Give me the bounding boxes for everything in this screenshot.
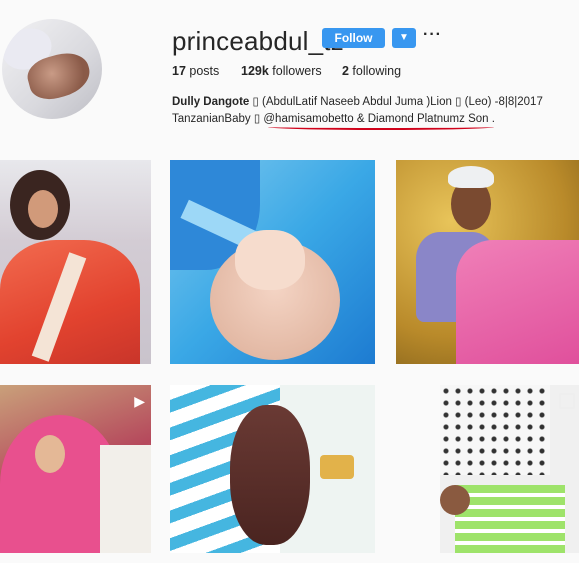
video-icon: ▶ (134, 393, 145, 409)
post-tile-3[interactable] (396, 160, 579, 364)
post-5-baby-leg (230, 405, 310, 545)
post-6-hand (440, 485, 470, 515)
following-label: following (348, 64, 402, 78)
more-icon[interactable]: ··· (423, 26, 442, 44)
post-4-face (35, 435, 65, 473)
posts-stat: 17 posts (172, 64, 219, 78)
posts-count: 17 (172, 64, 186, 78)
bio-line-2-text: TanzanianBaby ▯ (172, 113, 264, 125)
chevron-down-icon[interactable]: ▼ (392, 28, 416, 48)
red-underline-annotation (268, 124, 494, 130)
bio-line-1: Dully Dangote ▯ (AbdulLatif Naseeb Abdul… (172, 94, 543, 108)
following-count: 2 (342, 64, 349, 78)
post-tile-6[interactable] (440, 385, 579, 553)
carousel-icon (559, 393, 575, 409)
post-5-toy-print (320, 455, 354, 479)
bio-line-2: TanzanianBaby ▯ @hamisamobetto & Diamond… (172, 111, 495, 125)
post-tile-1[interactable] (0, 160, 151, 364)
follow-button[interactable]: Follow (322, 28, 385, 48)
followers-count: 129k (241, 64, 269, 78)
post-2-baby-feet (235, 230, 305, 290)
post-3-headwrap (448, 166, 494, 188)
post-3-saree (456, 240, 579, 364)
followers-stat[interactable]: 129k followers (241, 64, 322, 78)
profile-avatar[interactable] (2, 19, 102, 119)
post-6-onesie-green (455, 485, 565, 553)
post-tile-2[interactable] (170, 160, 375, 364)
bio-name: Dully Dangote (172, 96, 250, 108)
followers-label: followers (268, 64, 322, 78)
following-stat[interactable]: 2 following (342, 64, 401, 78)
post-4-sofa (100, 445, 151, 553)
post-tile-4[interactable]: ▶ (0, 385, 151, 553)
bio-line-1-text: ▯ (AbdulLatif Naseeb Abdul Juma )Lion ▯ … (249, 96, 543, 108)
post-1-face (28, 190, 58, 228)
post-tile-5[interactable] (170, 385, 375, 553)
post-6-onesie-dots (440, 385, 550, 475)
profile-username: princeabdul_tz (172, 26, 344, 56)
posts-label: posts (185, 64, 220, 78)
